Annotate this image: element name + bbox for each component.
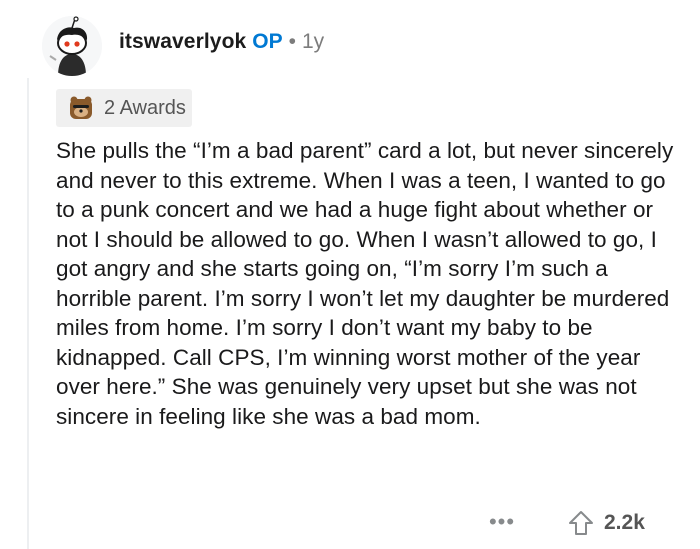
comment-body: She pulls the “I’m a bad parent” card a … <box>56 138 674 429</box>
user-avatar[interactable] <box>42 16 102 76</box>
comment-actions: ••• 2.2k <box>0 508 700 538</box>
username-link[interactable]: itswaverlyok <box>119 30 246 53</box>
award-icon <box>70 96 92 119</box>
op-badge: OP <box>252 30 283 53</box>
comment-header: itswaverlyok OP • 1y <box>42 4 682 76</box>
thread-line <box>27 78 29 549</box>
awards-badge[interactable]: 2 Awards <box>56 89 192 127</box>
meta-separator: • <box>288 30 296 53</box>
comment-age: 1y <box>301 30 325 53</box>
awards-label: 2 Awards <box>104 96 186 119</box>
snoo-avatar-icon <box>42 16 102 76</box>
upvote-arrow-icon[interactable] <box>566 509 596 537</box>
comment-meta: itswaverlyok OP • 1y <box>119 30 324 54</box>
more-options-button[interactable]: ••• <box>488 508 516 536</box>
vote-score: 2.2k <box>604 511 645 534</box>
